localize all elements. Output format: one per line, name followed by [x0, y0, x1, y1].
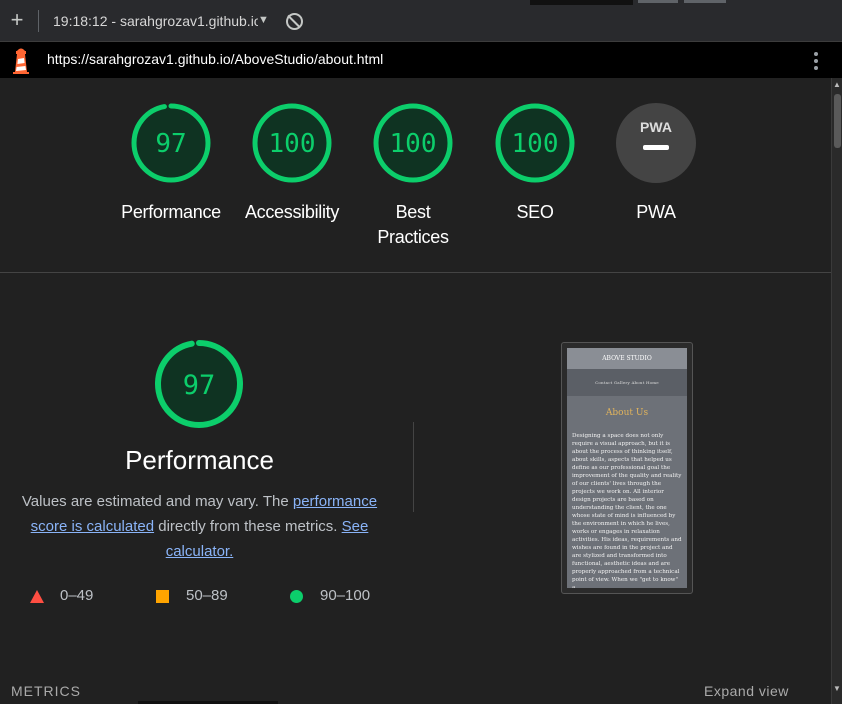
- new-report-button[interactable]: +: [6, 9, 28, 31]
- pwa-wordmark: PWA: [640, 119, 672, 135]
- gauge-pwa[interactable]: PWA PWA: [601, 102, 711, 225]
- tab-indicator: [530, 0, 633, 5]
- gauge-best-practices[interactable]: 100 Best Practices: [358, 102, 468, 250]
- scroll-down-icon[interactable]: ▼: [833, 684, 841, 693]
- more-options-icon[interactable]: [810, 50, 822, 72]
- performance-score: 97: [183, 370, 216, 401]
- metrics-heading: METRICS: [11, 683, 81, 699]
- preview-header: ABOVE STUDIO: [567, 348, 687, 369]
- performance-description: Values are estimated and may vary. The p…: [10, 489, 389, 564]
- scrollbar-thumb[interactable]: [834, 94, 841, 148]
- preview-nav: Contact Gallery About Home: [567, 369, 687, 396]
- gauge-score: 100: [269, 129, 316, 159]
- legend-range: 0–49: [60, 587, 94, 604]
- circle-icon: [290, 590, 303, 603]
- gauge-label: Best Practices: [377, 202, 449, 247]
- report-url-bar: https://sarahgrozav1.github.io/AboveStud…: [0, 42, 842, 78]
- gauge-label: Performance: [121, 202, 221, 222]
- gauge-score: 100: [390, 129, 437, 159]
- gauge-seo[interactable]: 100 SEO: [480, 102, 590, 225]
- chevron-down-icon[interactable]: ▼: [258, 14, 269, 26]
- square-icon: [156, 590, 169, 603]
- report-url[interactable]: https://sarahgrozav1.github.io/AboveStud…: [47, 51, 383, 67]
- report-selector[interactable]: 19:18:12 - sarahgrozav1.github.io: [53, 13, 258, 29]
- section-divider: [413, 422, 414, 512]
- gauge-ring: 100: [495, 103, 575, 183]
- gauge-label: PWA: [636, 202, 676, 222]
- desc-text: Values are estimated and may vary. The: [21, 493, 293, 510]
- pwa-icon: PWA: [616, 103, 696, 183]
- gauge-ring: 100: [373, 103, 453, 183]
- scores-summary: 97 Performance 100 Accessibility 100 Best Pra…: [0, 78, 831, 273]
- expand-view-toggle[interactable]: Expand view: [704, 683, 789, 699]
- lighthouse-logo-icon: [13, 48, 29, 74]
- pwa-dash: [643, 145, 669, 150]
- tab-indicator: [638, 0, 678, 3]
- clear-block-icon[interactable]: [286, 13, 303, 30]
- legend-range: 50–89: [186, 587, 228, 604]
- desc-text: directly from these metrics.: [154, 518, 342, 535]
- performance-title: Performance: [125, 445, 274, 475]
- gauge-ring: 100: [252, 103, 332, 183]
- gauge-accessibility[interactable]: 100 Accessibility: [237, 102, 347, 225]
- gauge-label: SEO: [516, 202, 554, 222]
- legend-range: 90–100: [320, 587, 371, 604]
- toolbar-divider: [38, 10, 39, 32]
- gauge-score: 100: [512, 129, 559, 159]
- gauge-ring: 97: [131, 103, 211, 183]
- preview-body: Designing a space does not only require …: [572, 433, 682, 588]
- performance-gauge: 97: [155, 340, 243, 428]
- gauge-label: Accessibility: [244, 202, 340, 222]
- tab-indicator: [684, 0, 726, 3]
- gauge-performance[interactable]: 97 Performance: [116, 102, 226, 225]
- final-screenshot[interactable]: ABOVE STUDIO Contact Gallery About Home …: [561, 342, 693, 594]
- devtools-toolbar: + 19:18:12 - sarahgrozav1.github.io ▼: [0, 0, 842, 42]
- preview-heading: About Us: [605, 408, 649, 418]
- scroll-up-icon[interactable]: ▲: [833, 80, 841, 89]
- triangle-icon: [30, 590, 44, 603]
- gauge-score: 97: [155, 129, 186, 159]
- screenshot-page: ABOVE STUDIO Contact Gallery About Home …: [567, 348, 687, 588]
- scrollbar[interactable]: ▲ ▼: [831, 78, 842, 704]
